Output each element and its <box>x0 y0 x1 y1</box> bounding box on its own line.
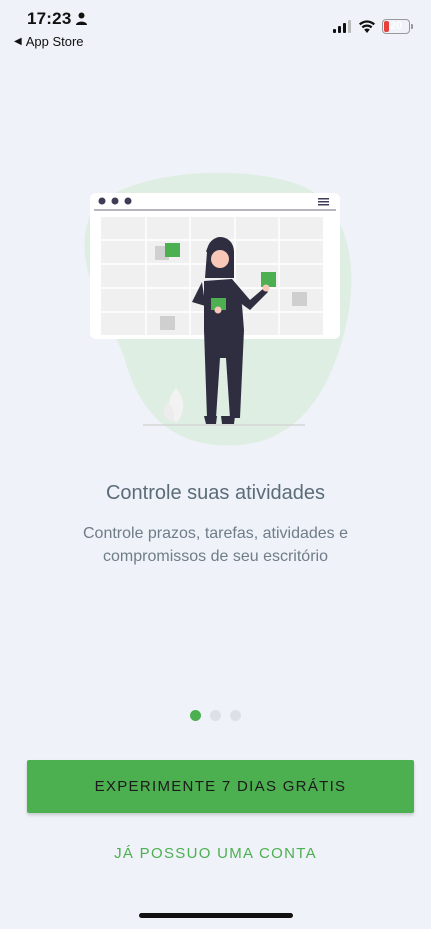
calendar-event-gray <box>292 292 307 306</box>
back-label: App Store <box>25 34 84 49</box>
back-to-app-store[interactable]: ◀ App Store <box>14 34 84 49</box>
pagination-dots <box>0 710 431 721</box>
battery-cap <box>411 24 413 29</box>
calendar-event-green <box>165 243 180 257</box>
battery-percent: 20 <box>389 20 403 32</box>
window-dot <box>111 197 119 205</box>
home-indicator <box>139 913 293 918</box>
window-dot <box>124 197 132 205</box>
pagination-dot-3[interactable] <box>230 710 241 721</box>
person-icon <box>76 12 87 25</box>
pagination-dot-1[interactable] <box>190 710 201 721</box>
onboarding-illustration <box>84 172 352 446</box>
signal-icon <box>333 20 351 33</box>
status-bar: 17:23 ◀ App Store 20 <box>0 0 431 56</box>
calendar-event-gray <box>160 316 175 330</box>
wifi-icon <box>359 20 375 33</box>
onboarding-title: Controle suas atividades <box>105 482 325 504</box>
back-arrow-icon: ◀ <box>14 36 22 47</box>
start-trial-button[interactable]: EXPERIMENTE 7 DIAS GRÁTIS <box>27 760 414 813</box>
window-dot <box>98 197 106 205</box>
have-account-link[interactable]: JÁ POSSUO UMA CONTA <box>0 845 431 862</box>
calendar-event-green <box>261 272 276 287</box>
pagination-dot-2[interactable] <box>210 710 221 721</box>
battery-icon: 20 <box>382 19 410 34</box>
menu-icon <box>318 198 329 206</box>
onboarding-subtitle: Controle prazos, tarefas, atividades e c… <box>82 525 349 565</box>
status-time: 17:23 <box>27 9 72 28</box>
